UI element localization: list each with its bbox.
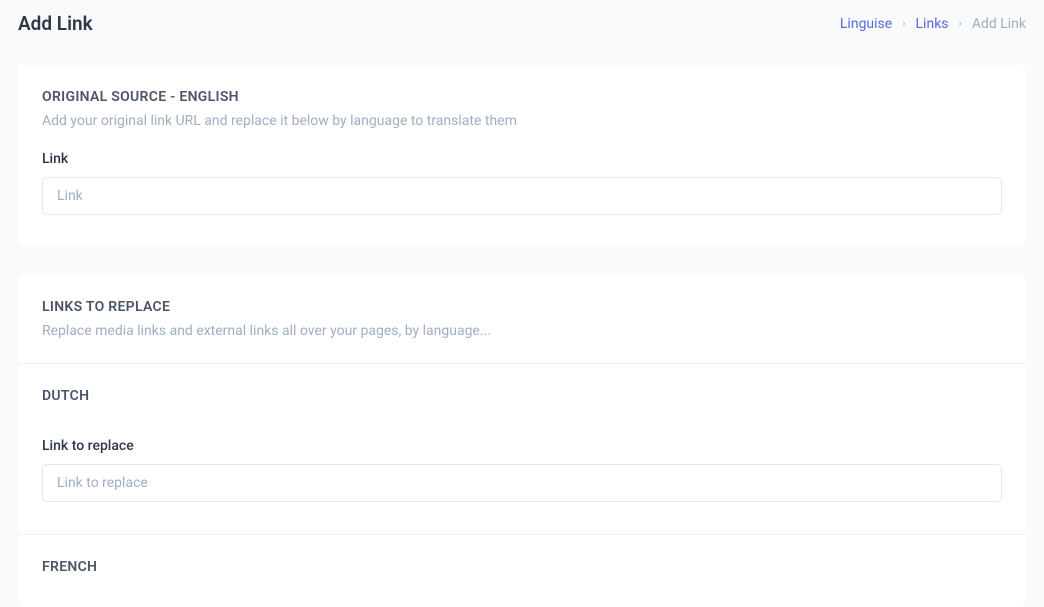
link-label: Link	[42, 151, 1002, 167]
replace-section-description: Replace media links and external links a…	[42, 323, 1002, 339]
language-section-dutch: DUTCH Link to replace	[18, 363, 1026, 534]
breadcrumb: Linguise › Links › Add Link	[840, 16, 1026, 32]
page-title: Add Link	[18, 12, 93, 35]
original-source-card: ORIGINAL SOURCE - ENGLISH Add your origi…	[18, 65, 1026, 247]
chevron-right-icon: ›	[959, 17, 962, 30]
language-name-dutch: DUTCH	[42, 388, 1002, 404]
language-section-french: FRENCH	[18, 534, 1026, 607]
dutch-link-label: Link to replace	[42, 438, 1002, 454]
breadcrumb-links[interactable]: Links	[916, 16, 949, 32]
replace-card-header: LINKS TO REPLACE Replace media links and…	[18, 275, 1026, 363]
language-name-french: FRENCH	[42, 559, 1002, 575]
original-link-input[interactable]	[42, 177, 1002, 215]
dutch-link-input[interactable]	[42, 464, 1002, 502]
source-section-description: Add your original link URL and replace i…	[42, 113, 1002, 129]
breadcrumb-root[interactable]: Linguise	[840, 16, 892, 32]
source-section-title: ORIGINAL SOURCE - ENGLISH	[42, 89, 1002, 105]
breadcrumb-current: Add Link	[972, 16, 1026, 32]
links-to-replace-card: LINKS TO REPLACE Replace media links and…	[18, 275, 1026, 607]
card-body: ORIGINAL SOURCE - ENGLISH Add your origi…	[18, 65, 1026, 247]
page-header: Add Link Linguise › Links › Add Link	[0, 0, 1044, 53]
chevron-right-icon: ›	[902, 17, 905, 30]
replace-section-title: LINKS TO REPLACE	[42, 299, 1002, 315]
